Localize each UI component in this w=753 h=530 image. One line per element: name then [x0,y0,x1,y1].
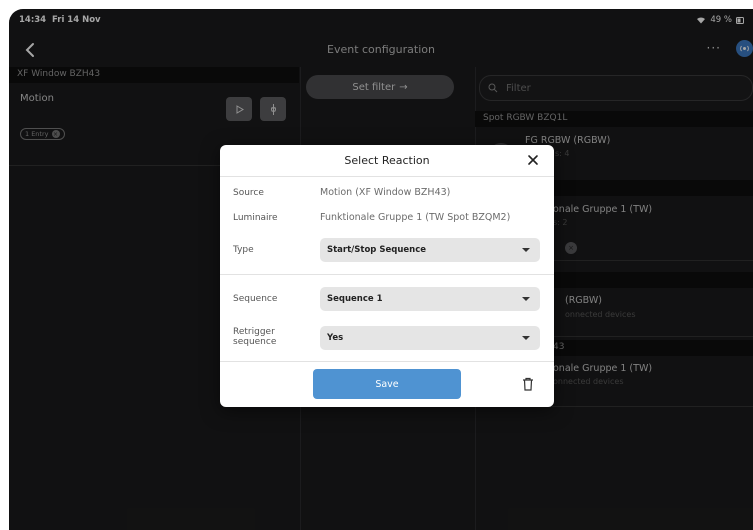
source-label: Source [233,188,264,198]
retrigger-label: Retrigger sequence [233,327,277,347]
dialog-title: Select Reaction [344,154,430,167]
chevron-down-icon [522,297,530,301]
divider [220,274,554,275]
source-value: Motion (XF Window BZH43) [320,187,451,198]
luminaire-label: Luminaire [233,213,278,223]
divider [220,176,554,177]
type-select-value: Start/Stop Sequence [327,245,426,255]
close-icon[interactable] [526,153,540,167]
select-reaction-dialog: Select Reaction Source Motion (XF Window… [220,145,554,407]
retrigger-select-value: Yes [327,333,344,343]
retrigger-select[interactable]: Yes [320,326,540,350]
chevron-down-icon [522,248,530,252]
type-label: Type [233,245,254,255]
type-select[interactable]: Start/Stop Sequence [320,238,540,262]
trash-icon[interactable] [522,377,534,391]
sequence-label: Sequence [233,294,278,304]
luminaire-value: Funktionale Gruppe 1 (TW Spot BZQM2) [320,212,511,223]
sequence-select[interactable]: Sequence 1 [320,287,540,311]
sequence-select-value: Sequence 1 [327,294,383,304]
chevron-down-icon [522,336,530,340]
save-button[interactable]: Save [313,369,461,399]
divider [220,361,554,362]
